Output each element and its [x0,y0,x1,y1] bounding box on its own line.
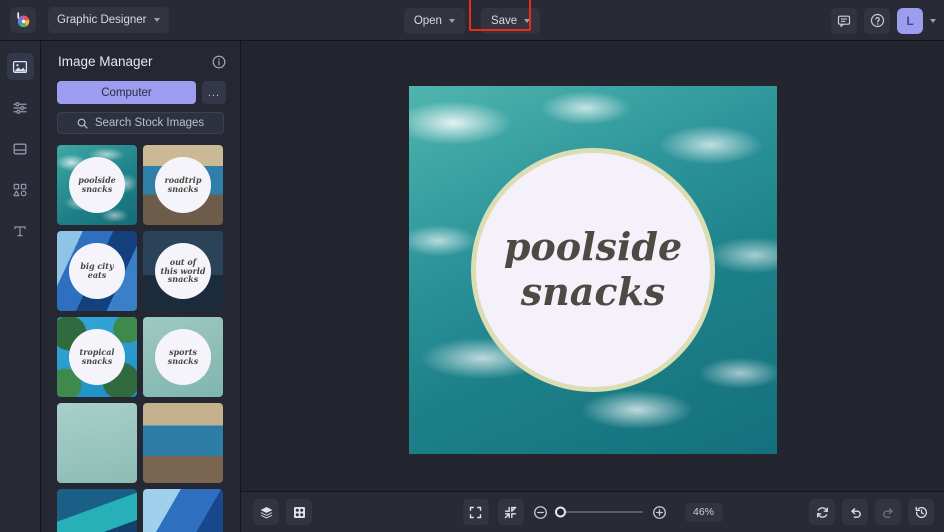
refresh-icon[interactable] [809,499,835,525]
open-button[interactable]: Open [404,8,465,34]
thumbnail-image [143,403,223,483]
design-circle-badge[interactable]: poolside snacks [471,148,715,392]
panel-header: Image Manager [41,41,240,69]
sidebar-item-templates[interactable] [7,135,34,162]
bottom-bar-right [809,499,934,525]
top-bar: Graphic Designer Open Save [0,0,944,41]
history-clock-icon[interactable] [908,499,934,525]
image-manager-panel: Image Manager Computer ... [41,41,241,532]
design-text-line-1: poolside [504,225,682,270]
canvas-stage[interactable]: poolside snacks [241,41,944,491]
avatar-initial: L [906,14,913,28]
page-title: Image Manager [58,54,153,69]
search-placeholder: Search Stock Images [95,117,204,129]
thumbnail-image [57,403,137,483]
source-button-row: Computer ... [41,69,240,104]
thumbnail-caption: roadtrip snacks [155,157,211,213]
thumbnail-image [57,489,137,532]
list-item[interactable]: poolside snacks [57,145,137,225]
chevron-down-icon [524,19,530,23]
list-item[interactable]: tropical snacks [57,317,137,397]
save-button[interactable]: Save [481,8,540,34]
search-input[interactable]: Search Stock Images [57,112,224,134]
design-text-line-2: snacks [521,270,666,315]
thumbnail-caption: out of this world snacks [155,243,211,299]
computer-label: Computer [101,87,152,99]
info-circle-icon[interactable] [212,55,226,69]
search-icon [77,118,88,129]
thumbnail-image [143,489,223,532]
question-circle-icon[interactable] [864,8,890,34]
layers-icon[interactable] [253,499,279,525]
sidebar-item-text[interactable] [7,217,34,244]
thumbnail-caption: big city eats [69,243,125,299]
bottom-bar: 46% [241,491,944,532]
tool-rail [0,41,41,532]
list-item[interactable] [57,403,137,483]
befunky-color-wheel-logo-icon[interactable] [10,7,36,33]
thumbnail-grid: poolside snacks roadtrip snacks big city… [57,145,231,532]
sidebar-item-edit-adjust[interactable] [7,94,34,121]
zoom-slider-handle[interactable] [555,507,566,518]
expand-icon[interactable] [463,499,489,525]
redo-arrow-icon [875,499,901,525]
chat-bubble-icon[interactable] [831,8,857,34]
save-button-wrapper: Save [481,8,540,34]
more-sources-button[interactable]: ... [202,81,226,104]
avatar[interactable]: L [897,8,923,34]
list-item[interactable]: out of this world snacks [143,231,223,311]
thumbnail-caption: poolside snacks [69,157,125,213]
artboard[interactable]: poolside snacks [409,86,777,454]
computer-source-button[interactable]: Computer [57,81,196,104]
save-label: Save [491,15,517,27]
collapse-icon[interactable] [498,499,524,525]
thumbnail-caption: tropical snacks [69,329,125,385]
workspace-selector[interactable]: Graphic Designer [48,7,169,33]
list-item[interactable]: roadtrip snacks [143,145,223,225]
thumbnail-caption: sports snacks [155,329,211,385]
more-label: ... [208,87,220,99]
list-item[interactable]: big city eats [57,231,137,311]
minus-circle-icon[interactable] [533,505,548,520]
zoom-level-value[interactable]: 46% [685,503,723,522]
sidebar-item-image-manager[interactable] [7,53,34,80]
bottom-bar-left [253,499,312,525]
list-item[interactable] [57,489,137,532]
list-item[interactable] [143,403,223,483]
app-window: Graphic Designer Open Save [0,0,944,532]
sidebar-item-graphics[interactable] [7,176,34,203]
plus-circle-icon[interactable] [652,505,667,520]
chevron-down-icon [449,19,455,23]
list-item[interactable]: sports snacks [143,317,223,397]
account-chevron-down-icon[interactable] [930,19,936,23]
top-bar-right-actions: L [831,0,936,41]
chevron-down-icon [154,18,160,22]
open-label: Open [414,15,442,27]
workspace-label: Graphic Designer [57,14,146,26]
list-item[interactable] [143,489,223,532]
undo-arrow-icon[interactable] [842,499,868,525]
grid-icon[interactable] [286,499,312,525]
zoom-slider[interactable] [557,511,643,513]
